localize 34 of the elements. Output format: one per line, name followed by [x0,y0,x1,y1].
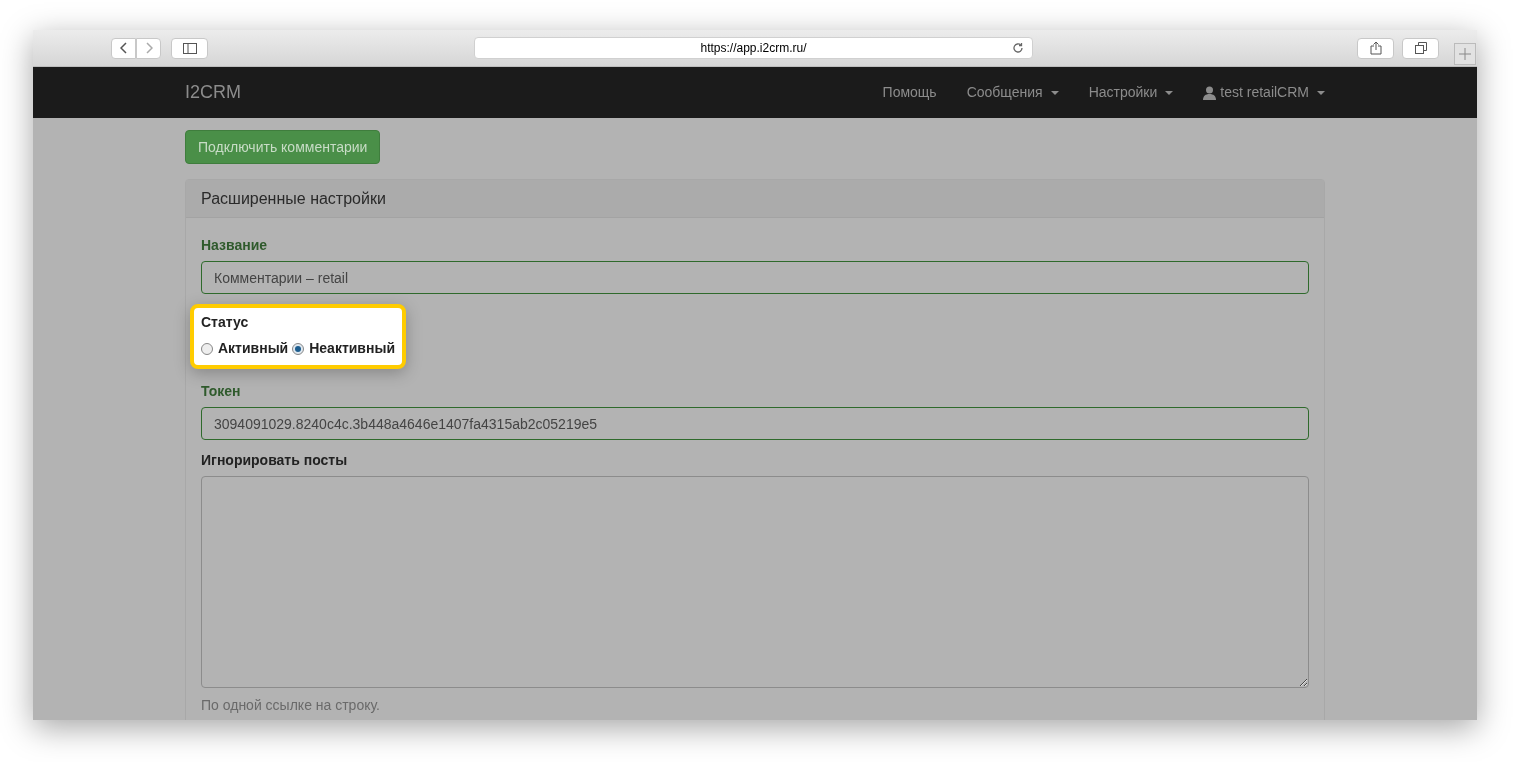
tabs-icon [1414,42,1427,54]
plus-icon [1459,48,1471,60]
forward-button[interactable] [136,37,161,59]
text-field[interactable]: 3094091029.8240c4c.3b448a4646e1407fa4315ab2c05219e5 [201,407,1309,440]
radio-option[interactable]: Неактивный [292,338,395,359]
text-field[interactable]: Комментарии – retail [201,261,1309,294]
user-icon [1203,85,1217,100]
reload-icon[interactable] [1012,42,1024,54]
user-menu[interactable]: test retailCRM [1203,82,1325,103]
address-bar[interactable]: https://app.i2crm.ru/ [474,37,1033,59]
sidebar-icon [182,42,197,54]
help-text: По одной ссылке на строку. [201,696,381,715]
field-label: Игнорировать посты [201,451,349,470]
sidebar-button[interactable] [171,37,208,59]
chevron-left-icon [119,42,128,54]
nav-link[interactable]: Сообщения [966,82,1059,103]
field-label: Статус [201,313,250,332]
nav-link[interactable]: Помощь [882,82,937,103]
share-button[interactable] [1357,37,1394,59]
radio-option[interactable]: Активный [201,338,289,359]
panel-title: Расширенные настройки [201,188,386,209]
new-tab-button[interactable] [1454,43,1476,65]
url-text: https://app.i2crm.ru/ [699,40,808,57]
field-label: Название [201,236,269,255]
share-icon [1369,41,1382,55]
connect-comments-button[interactable]: Подключить комментарии [185,130,381,164]
field-label: Токен [201,382,242,401]
back-button[interactable] [111,37,136,59]
radio-button[interactable] [292,342,305,355]
radio-button[interactable] [201,342,213,355]
nav-link[interactable]: Настройки [1088,82,1174,103]
brand-logo[interactable]: I2CRM [185,79,241,106]
tabs-button[interactable] [1402,37,1439,59]
chevron-right-icon [144,42,153,54]
